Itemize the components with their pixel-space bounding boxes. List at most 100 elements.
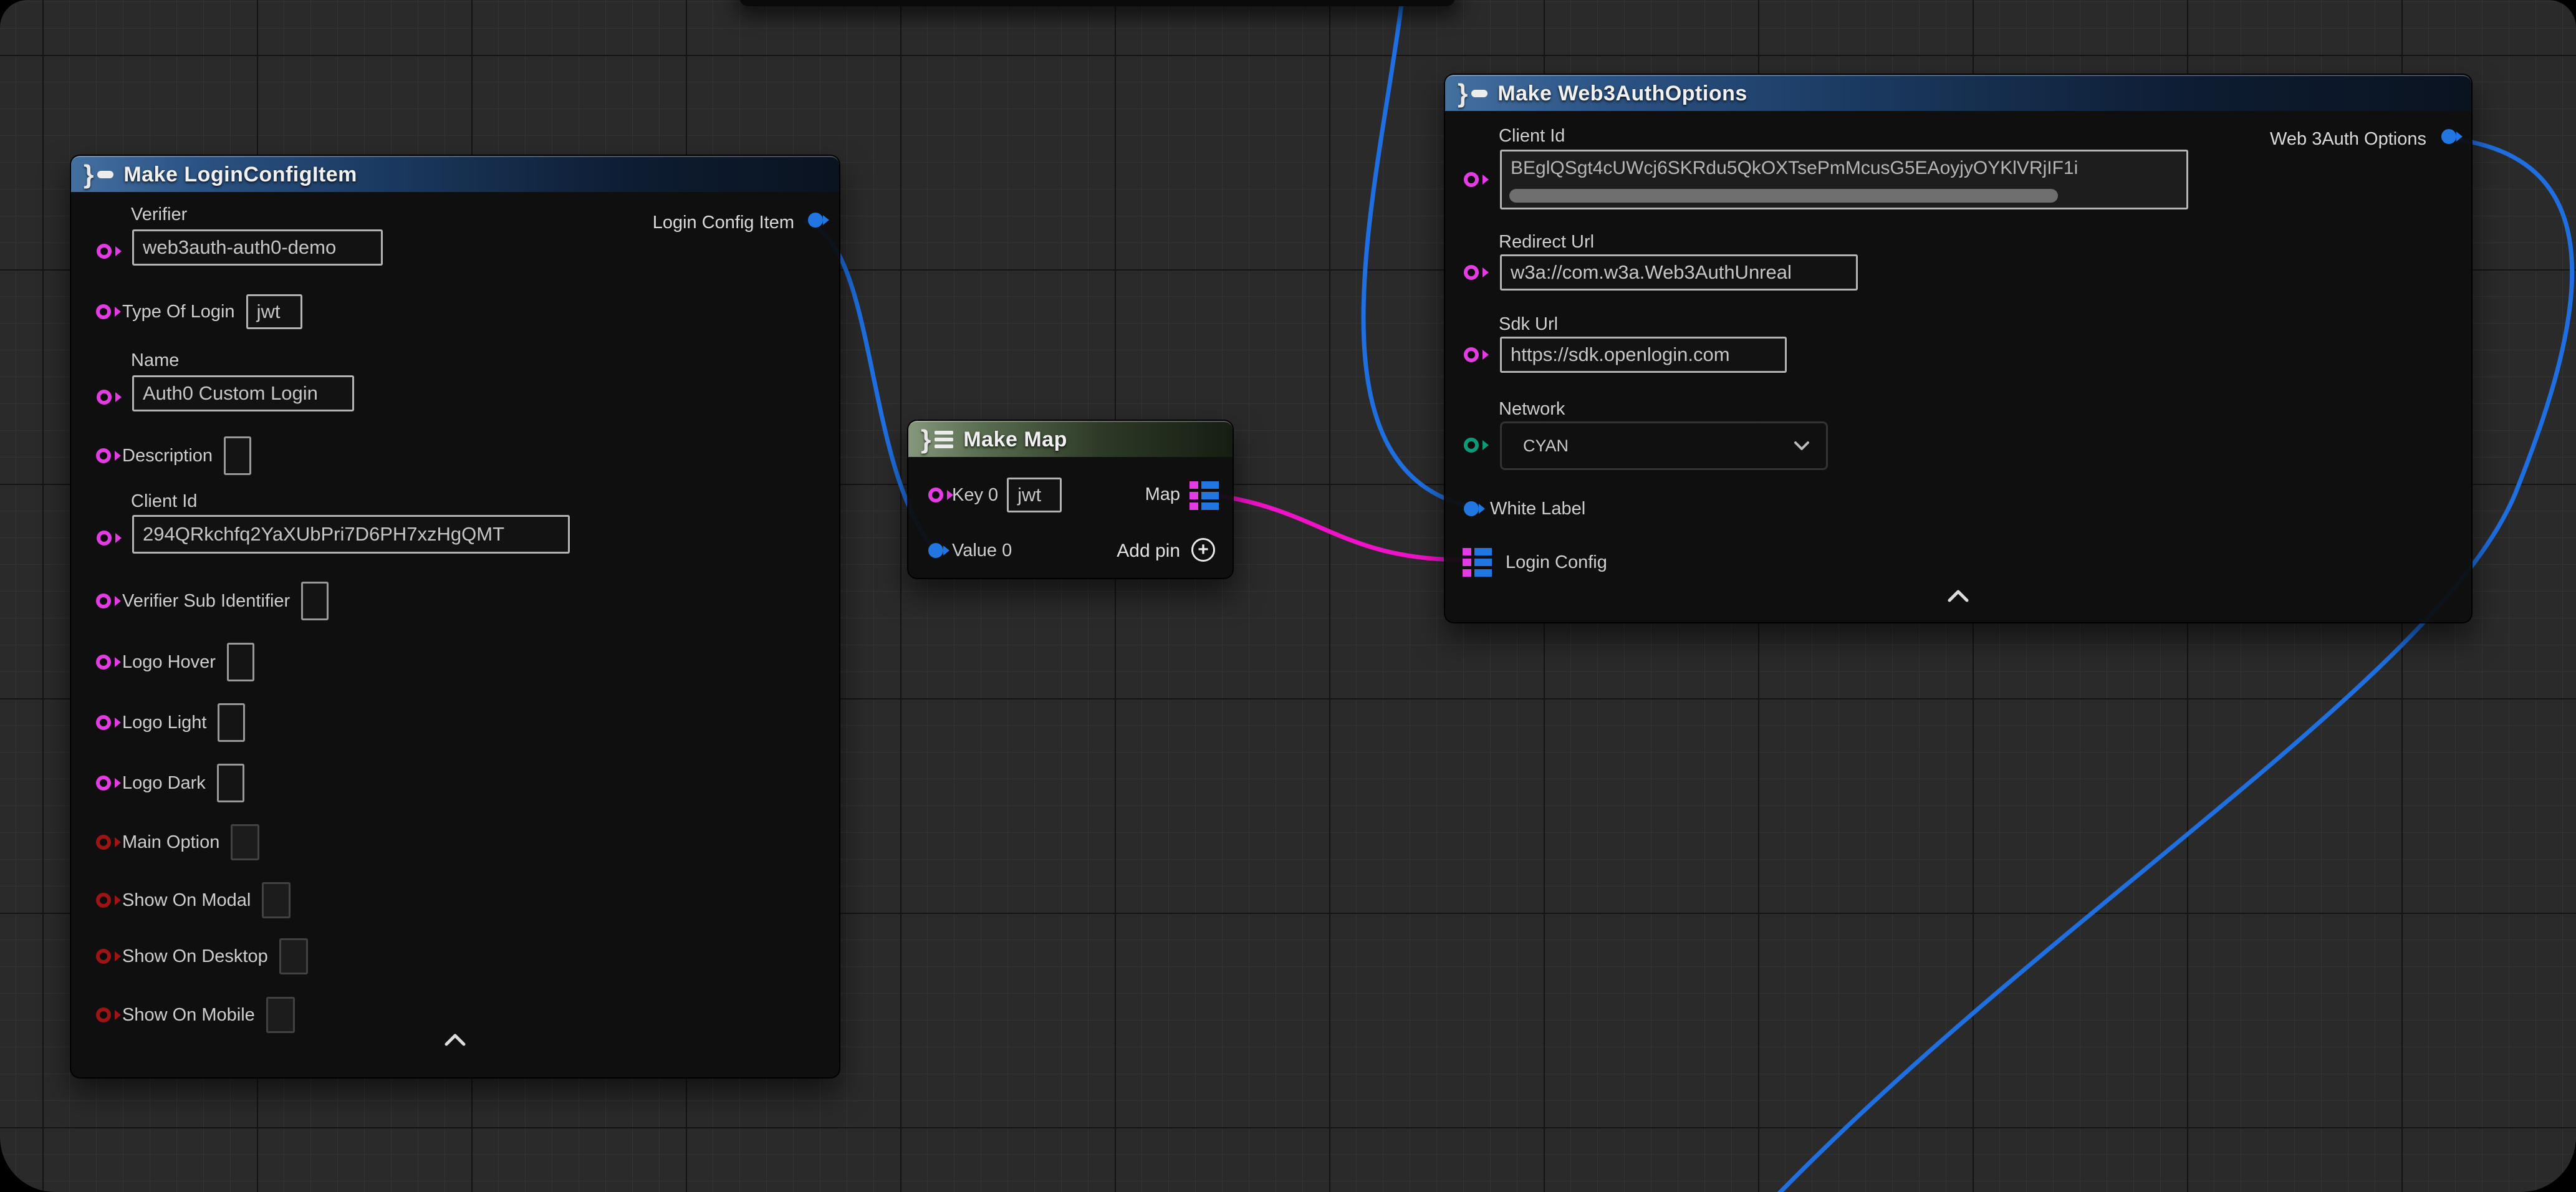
redirect-url-field[interactable]: w3a://com.w3a.Web3AuthUnreal	[1500, 254, 1858, 291]
input-pin-show-on-desktop[interactable]	[96, 949, 111, 964]
pin-label: Verifier	[131, 204, 187, 225]
make-struct-icon: }	[84, 162, 113, 187]
description-field[interactable]	[224, 436, 251, 475]
node-header[interactable]: } Make LoginConfigItem	[71, 156, 839, 192]
pin-label: Show On Modal	[122, 890, 251, 911]
pin-row-network: Network CYAN	[1445, 399, 2471, 473]
input-pin-login-config[interactable]	[1463, 548, 1492, 577]
pin-label: Client Id	[1499, 126, 1565, 147]
pin-label: Logo Hover	[122, 652, 216, 673]
logo-light-field[interactable]	[218, 703, 245, 742]
input-pin-name[interactable]	[97, 390, 112, 405]
pin-row-verifier-sub-identifier: Verifier Sub Identifier	[96, 581, 329, 621]
input-pin-verifier-sub-identifier[interactable]	[96, 594, 111, 608]
pin-row-client-id: Client Id BEglQSgt4cUWcj6SKRdu5QkOXTsePm…	[1445, 126, 2471, 214]
output-pin-label: Map	[1145, 484, 1180, 505]
chevron-down-icon	[1794, 441, 1810, 451]
pin-label: Show On Mobile	[122, 1005, 255, 1026]
pin-row-client-id: Client Id 294QRkchfq2YaXUbPri7D6PH7xzHgQ…	[71, 491, 839, 559]
input-pin-logo-hover[interactable]	[96, 655, 111, 670]
input-pin-description[interactable]	[96, 448, 111, 463]
offscreen-node-bottom-edge	[739, 0, 1455, 6]
client-id-field[interactable]: BEglQSgt4cUWcj6SKRdu5QkOXTsePmMcusG5EAoy…	[1500, 150, 2188, 209]
make-struct-icon: }	[1458, 81, 1487, 106]
output-pin-map[interactable]	[1189, 481, 1219, 510]
wire-map-to-loginconfig[interactable]	[1208, 494, 1474, 560]
input-pin-show-on-mobile[interactable]	[96, 1007, 111, 1022]
field-scrollbar[interactable]	[1509, 189, 2058, 203]
pin-label: Description	[122, 446, 213, 466]
pin-label: Type Of Login	[122, 302, 235, 322]
pin-row-type-of-login: Type Of Login jwt	[96, 294, 302, 330]
pin-label: Network	[1499, 399, 1565, 420]
pin-label: Logo Light	[122, 713, 206, 733]
main-option-checkbox[interactable]	[231, 824, 259, 860]
type-of-login-field[interactable]: jwt	[246, 294, 302, 329]
logo-hover-field[interactable]	[227, 643, 254, 681]
pin-row-login-config: Login Config	[1463, 546, 1607, 579]
pin-label: Verifier Sub Identifier	[122, 591, 290, 612]
pin-row-main-option: Main Option	[96, 824, 259, 861]
pin-row-white-label: White Label	[1464, 494, 1585, 524]
pin-label: White Label	[1490, 499, 1585, 519]
pin-label: Sdk Url	[1499, 314, 1558, 335]
input-pin-redirect-url[interactable]	[1464, 265, 1479, 280]
verifier-field[interactable]: web3auth-auth0-demo	[132, 229, 383, 266]
pin-label: Main Option	[122, 832, 219, 853]
input-pin-network[interactable]	[1464, 438, 1479, 453]
pin-row-show-on-desktop: Show On Desktop	[96, 938, 308, 975]
pin-row-description: Description	[96, 436, 251, 476]
collapse-node-button[interactable]	[1947, 590, 1969, 605]
pin-row-verifier: Verifier web3auth-auth0-demo	[71, 204, 839, 269]
node-title: Make Web3AuthOptions	[1497, 82, 1747, 106]
pin-row-sdk-url: Sdk Url https://sdk.openlogin.com	[1445, 314, 2471, 377]
output-row-map: Map	[908, 476, 1233, 514]
pin-label: Login Config	[1506, 552, 1607, 573]
node-header[interactable]: } Make Web3AuthOptions	[1445, 75, 2471, 111]
name-field[interactable]: Auth0 Custom Login	[132, 375, 354, 411]
pin-row-logo-hover: Logo Hover	[96, 642, 254, 682]
logo-dark-field[interactable]	[217, 764, 244, 802]
input-pin-verifier[interactable]	[97, 244, 112, 259]
input-pin-white-label[interactable]	[1464, 501, 1479, 516]
network-selected-value: CYAN	[1523, 436, 1569, 456]
pin-row-redirect-url: Redirect Url w3a://com.w3a.Web3AuthUnrea…	[1445, 232, 2471, 294]
input-pin-client-id[interactable]	[1464, 172, 1479, 187]
input-pin-main-option[interactable]	[96, 835, 111, 850]
node-make-web3authoptions[interactable]: } Make Web3AuthOptions Web 3Auth Options…	[1444, 74, 2473, 623]
add-pin-button[interactable]: +	[1191, 538, 1215, 562]
add-pin-row: Add pin +	[908, 534, 1233, 567]
pin-row-logo-dark: Logo Dark	[96, 763, 244, 803]
node-header[interactable]: } Make Map	[908, 421, 1233, 457]
add-pin-label: Add pin	[1117, 541, 1180, 562]
show-on-mobile-checkbox[interactable]	[266, 997, 295, 1033]
input-pin-type-of-login[interactable]	[96, 304, 111, 319]
input-pin-show-on-modal[interactable]	[96, 893, 111, 908]
input-pin-sdk-url[interactable]	[1464, 347, 1479, 362]
node-title: Make Map	[963, 428, 1067, 452]
node-make-map[interactable]: } Make Map Key 0 jwt Map Value 0 Add pin…	[907, 420, 1234, 579]
input-pin-client-id[interactable]	[97, 531, 112, 546]
node-make-loginconfigitem[interactable]: } Make LoginConfigItem Login Config Item…	[70, 155, 840, 1079]
pin-label: Name	[131, 350, 179, 371]
pin-row-logo-light: Logo Light	[96, 703, 245, 743]
input-pin-logo-dark[interactable]	[96, 776, 111, 791]
input-pin-logo-light[interactable]	[96, 715, 111, 730]
network-dropdown[interactable]: CYAN	[1500, 421, 1828, 470]
sdk-url-field[interactable]: https://sdk.openlogin.com	[1500, 337, 1787, 373]
collapse-node-button[interactable]	[444, 1034, 466, 1049]
pin-label: Logo Dark	[122, 773, 206, 794]
make-map-icon: }	[921, 427, 953, 452]
pin-label: Client Id	[131, 491, 197, 512]
pin-row-show-on-mobile: Show On Mobile	[96, 996, 295, 1034]
pin-label: Redirect Url	[1499, 232, 1594, 252]
node-title: Make LoginConfigItem	[123, 163, 357, 187]
blueprint-graph-canvas[interactable]: } Make LoginConfigItem Login Config Item…	[0, 0, 2576, 1192]
show-on-modal-checkbox[interactable]	[262, 882, 291, 918]
pin-label: Show On Desktop	[122, 946, 268, 967]
verifier-sub-identifier-field[interactable]	[301, 582, 329, 620]
client-id-field[interactable]: 294QRkchfq2YaXUbPri7D6PH7xzHgQMT	[132, 515, 570, 554]
pin-row-show-on-modal: Show On Modal	[96, 882, 291, 919]
show-on-desktop-checkbox[interactable]	[279, 938, 308, 974]
pin-row-name: Name Auth0 Custom Login	[71, 350, 839, 415]
